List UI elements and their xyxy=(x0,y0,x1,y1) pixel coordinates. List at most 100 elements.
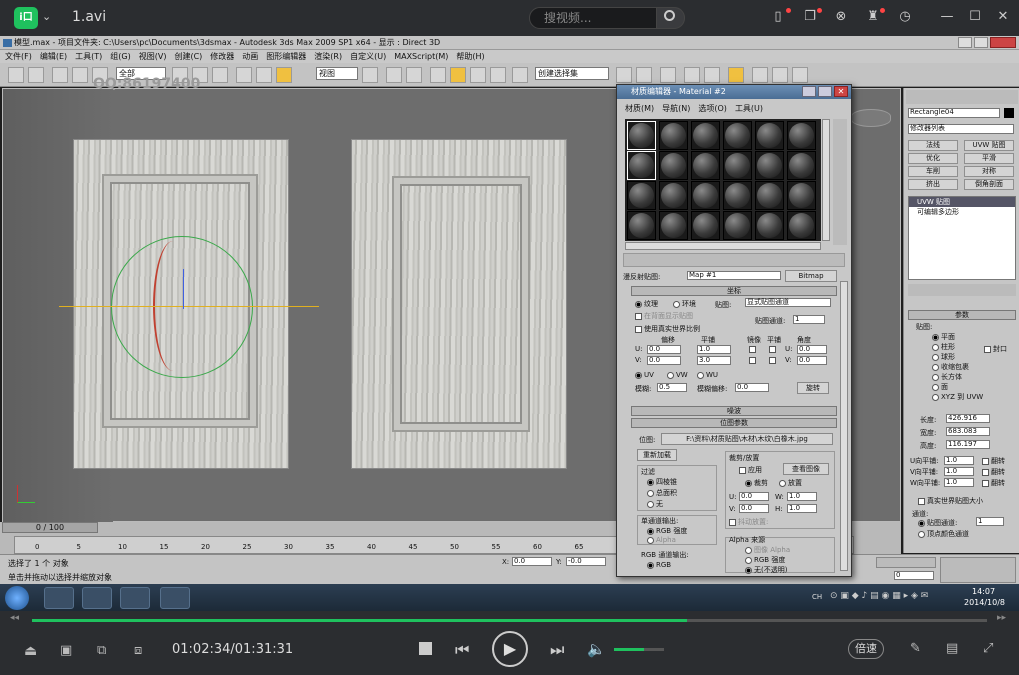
crop-w-field[interactable]: 1.0 xyxy=(787,492,817,501)
tile-field[interactable]: 1.0 xyxy=(944,478,974,487)
prev-button[interactable]: ⏮ xyxy=(455,640,469,660)
history-icon[interactable]: ◷ xyxy=(897,9,913,25)
next-chapter-icon[interactable]: ▸▸ xyxy=(997,613,1006,623)
offset-field[interactable]: 0.0 xyxy=(647,345,681,354)
menu-item[interactable]: 创建(C) xyxy=(174,52,202,61)
mapping-type-radio[interactable]: 球形 xyxy=(932,352,955,362)
jitter-check[interactable]: 抖动放置: xyxy=(729,517,768,527)
map-type-button[interactable]: Bitmap xyxy=(785,270,837,282)
material-slot[interactable] xyxy=(627,211,656,240)
params-rollout[interactable]: 参数 xyxy=(908,310,1016,320)
me-menu-item[interactable]: 导航(N) xyxy=(662,104,690,113)
mapping-type-radio[interactable]: XYZ 到 UVW xyxy=(932,392,983,402)
speed-button[interactable]: 倍速 xyxy=(848,639,884,659)
material-slot[interactable] xyxy=(787,211,816,240)
real-world-check[interactable]: 真实世界贴图大小 xyxy=(918,496,983,506)
material-slot[interactable] xyxy=(627,151,656,180)
modifier-button[interactable]: 挤出 xyxy=(908,179,958,190)
record-icon[interactable]: ⧈ xyxy=(134,643,142,658)
panel-tabs[interactable] xyxy=(906,90,1018,104)
keyboard-icon[interactable] xyxy=(406,67,422,83)
pyramidal-radio[interactable]: 四棱锥 xyxy=(647,477,677,487)
bitmap-params-rollout[interactable]: 位图参数 xyxy=(631,418,837,428)
mapping-type-radio[interactable]: 柱形 xyxy=(932,342,955,352)
noise-rollout[interactable]: 噪波 xyxy=(631,406,837,416)
modifier-button[interactable]: 车削 xyxy=(908,166,958,177)
modifier-button[interactable]: 平滑 xyxy=(964,153,1014,164)
chevron-down-icon[interactable]: ⌄ xyxy=(42,10,51,23)
link-icon[interactable] xyxy=(52,67,68,83)
render-frame-icon[interactable] xyxy=(772,67,788,83)
mirror-icon[interactable] xyxy=(616,67,632,83)
slot-scrollbar[interactable] xyxy=(822,119,830,241)
flip-check[interactable]: 翻转 xyxy=(982,456,1005,466)
bitmap-path-button[interactable]: F:\资料\材质贴图\木材\木纹\白橡木.jpg xyxy=(661,433,833,445)
crop-radio[interactable]: 裁剪 xyxy=(745,478,768,488)
params-scrollbar[interactable] xyxy=(840,281,848,571)
copy-icon[interactable]: ❐ xyxy=(802,9,818,25)
map-channel-radio[interactable]: 贴图通道: xyxy=(918,518,957,528)
crop-u-field[interactable]: 0.0 xyxy=(739,492,769,501)
mapping-select[interactable]: 显式贴图通道 xyxy=(745,298,831,307)
object-color-swatch[interactable] xyxy=(1004,108,1014,118)
none-opaque-radio[interactable]: 无(不透明) xyxy=(745,565,787,575)
material-slot[interactable] xyxy=(787,181,816,210)
volume-icon[interactable]: 🔈 xyxy=(587,640,606,658)
menu-item[interactable]: 自定义(U) xyxy=(350,52,386,61)
rgb-intensity2-radio[interactable]: RGB 强度 xyxy=(745,555,785,565)
material-slot[interactable] xyxy=(691,121,720,150)
length-field[interactable]: 426.916 xyxy=(946,414,990,423)
rotate-icon[interactable] xyxy=(256,67,272,83)
summed-area-radio[interactable]: 总面积 xyxy=(647,488,677,498)
material-slot[interactable] xyxy=(723,181,752,210)
tiling-field[interactable]: 3.0 xyxy=(697,356,731,365)
menu-item[interactable]: 动画 xyxy=(242,52,258,61)
me-minimize-button[interactable] xyxy=(802,86,816,97)
minimize-icon[interactable]: — xyxy=(939,9,955,25)
offset-field[interactable]: 0.0 xyxy=(647,356,681,365)
coord-x-field[interactable]: 0.0 xyxy=(512,557,552,566)
redo-icon[interactable] xyxy=(28,67,44,83)
me-close-button[interactable]: ✕ xyxy=(834,86,848,97)
material-slot[interactable] xyxy=(755,211,784,240)
stack-tools[interactable] xyxy=(908,284,1016,296)
tile-check[interactable] xyxy=(769,346,776,353)
material-editor-icon[interactable] xyxy=(728,67,744,83)
tools-icon[interactable]: ✎ xyxy=(910,641,921,656)
volume-slider[interactable] xyxy=(614,648,664,651)
move-icon[interactable] xyxy=(236,67,252,83)
modifier-button[interactable]: 倒角剖面 xyxy=(964,179,1014,190)
menu-item[interactable]: 帮助(H) xyxy=(456,52,484,61)
material-editor-window[interactable]: 材质编辑器 - Material #2 ✕ 材质(M) 导航(N) 选项(O) 工具(… xyxy=(616,84,852,577)
menu-item[interactable]: 编辑(E) xyxy=(40,52,67,61)
material-slot[interactable] xyxy=(755,181,784,210)
blur-offset-field[interactable]: 0.0 xyxy=(735,383,769,392)
me-bottom-toolbar[interactable] xyxy=(623,253,845,267)
apply-check[interactable]: 应用 xyxy=(739,465,762,475)
reference-coord-select[interactable]: 视图 xyxy=(316,67,358,80)
modifier-button[interactable]: 优化 xyxy=(908,153,958,164)
stack-item-uvw[interactable]: UVW 贴图 xyxy=(909,197,1015,207)
max-close-button[interactable] xyxy=(990,37,1016,48)
me-maximize-button[interactable] xyxy=(818,86,832,97)
material-slot[interactable] xyxy=(691,151,720,180)
menu-item[interactable]: MAXScript(M) xyxy=(394,52,448,61)
taskbar-app-icon[interactable] xyxy=(82,587,112,609)
map-channel-field[interactable]: 1 xyxy=(976,517,1004,526)
vw-radio[interactable]: VW xyxy=(667,371,688,379)
maximize-icon[interactable]: ☐ xyxy=(967,9,983,25)
manipulate-icon[interactable] xyxy=(386,67,402,83)
material-slot[interactable] xyxy=(755,151,784,180)
angle-field[interactable]: 0.0 xyxy=(797,356,827,365)
taskbar-3dsmax-icon[interactable] xyxy=(44,587,74,609)
none-filter-radio[interactable]: 无 xyxy=(647,499,663,509)
skin-icon[interactable]: ♜ xyxy=(865,9,881,25)
material-slot[interactable] xyxy=(691,181,720,210)
snap-icon[interactable] xyxy=(430,67,446,83)
progress-bar[interactable] xyxy=(32,619,987,622)
material-slot[interactable] xyxy=(659,121,688,150)
vertex-color-radio[interactable]: 顶点颜色通道 xyxy=(918,529,969,539)
rgb-radio[interactable]: RGB xyxy=(647,561,671,569)
align-icon[interactable] xyxy=(636,67,652,83)
region-icon[interactable] xyxy=(212,67,228,83)
